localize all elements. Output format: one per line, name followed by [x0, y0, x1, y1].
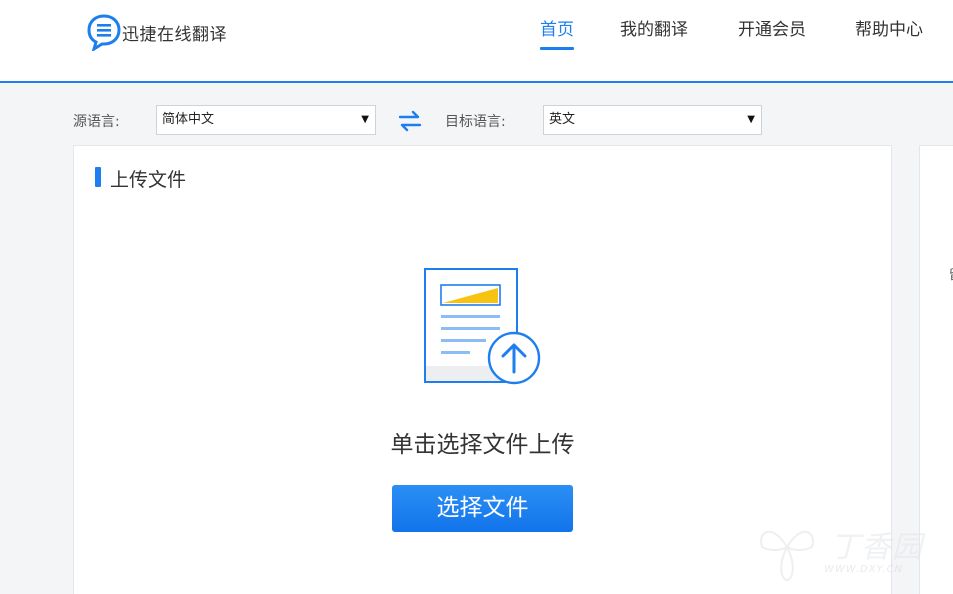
target-language-select[interactable]: 英文 ▼	[543, 105, 762, 135]
nav-membership[interactable]: 开通会员	[738, 18, 806, 50]
upload-prompt: 单击选择文件上传	[390, 432, 575, 458]
target-language-label: 目标语言:	[445, 114, 506, 130]
watermark-text-cn: 丁香园	[830, 530, 923, 565]
nav-help-center[interactable]: 帮助中心	[855, 18, 923, 50]
swap-arrows-icon[interactable]	[398, 110, 422, 132]
title-accent-bar	[95, 167, 101, 187]
chat-bubble-list-icon	[87, 14, 121, 51]
nav-home[interactable]: 首页	[540, 18, 574, 50]
chevron-down-icon: ▼	[361, 114, 369, 125]
source-language-label: 源语言:	[73, 114, 120, 130]
document-upload-icon[interactable]	[424, 268, 544, 388]
choose-file-button[interactable]: 选择文件	[392, 485, 573, 532]
watermark-text-en: WWW.DXY.CN	[824, 564, 904, 575]
logo-text: 迅捷在线翻译	[122, 24, 227, 45]
source-language-value: 简体中文	[162, 112, 215, 127]
logo[interactable]: 迅捷在线翻译	[87, 12, 227, 52]
target-language-value: 英文	[549, 112, 576, 127]
header: 迅捷在线翻译 首页 我的翻译 开通会员 帮助中心	[0, 0, 953, 83]
watermark: 丁香园 WWW.DXY.CN	[752, 512, 947, 584]
nav-my-translations[interactable]: 我的翻译	[620, 18, 688, 50]
flower-logo-icon	[760, 531, 814, 582]
chevron-down-icon: ▼	[747, 114, 755, 125]
source-language-select[interactable]: 简体中文 ▼	[156, 105, 376, 135]
upload-panel-title: 上传文件	[110, 169, 187, 191]
right-panel-fragment: 留	[949, 264, 953, 283]
